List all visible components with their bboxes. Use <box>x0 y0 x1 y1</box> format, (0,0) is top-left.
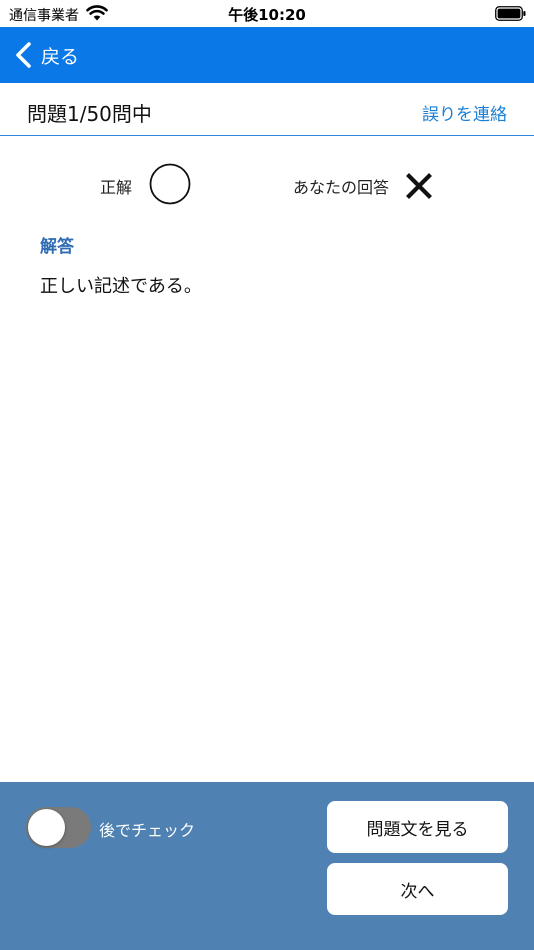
status-bar: 通信事業者 午後10:20 <box>0 0 534 27</box>
check-later-toggle[interactable] <box>26 807 91 848</box>
check-later-label: 後でチェック <box>99 821 196 840</box>
explanation-text: 正しい記述である。 <box>40 276 202 297</box>
navigation-bar: 戻る <box>0 27 534 83</box>
toggle-knob <box>28 809 65 846</box>
back-button[interactable]: 戻る <box>14 39 79 71</box>
question-header: 問題1/50問中 誤りを連絡 <box>0 83 534 136</box>
circle-icon <box>149 163 191 205</box>
view-question-button[interactable]: 問題文を見る <box>327 801 508 853</box>
battery-icon <box>495 6 526 21</box>
status-time: 午後10:20 <box>228 6 306 24</box>
correct-answer-label: 正解 <box>100 178 133 197</box>
your-answer-label: あなたの回答 <box>293 178 390 197</box>
report-error-link[interactable]: 誤りを連絡 <box>422 100 507 125</box>
question-counter: 問題1/50問中 <box>27 102 152 126</box>
back-label: 戻る <box>41 45 80 68</box>
chevron-left-icon <box>16 42 31 68</box>
bottom-panel: 後でチェック 問題文を見る 次へ <box>0 782 534 950</box>
result-row: 正解 あなたの回答 <box>0 160 534 208</box>
next-button[interactable]: 次へ <box>327 863 508 915</box>
explanation-heading: 解答 <box>40 237 74 257</box>
cross-icon <box>406 173 432 199</box>
